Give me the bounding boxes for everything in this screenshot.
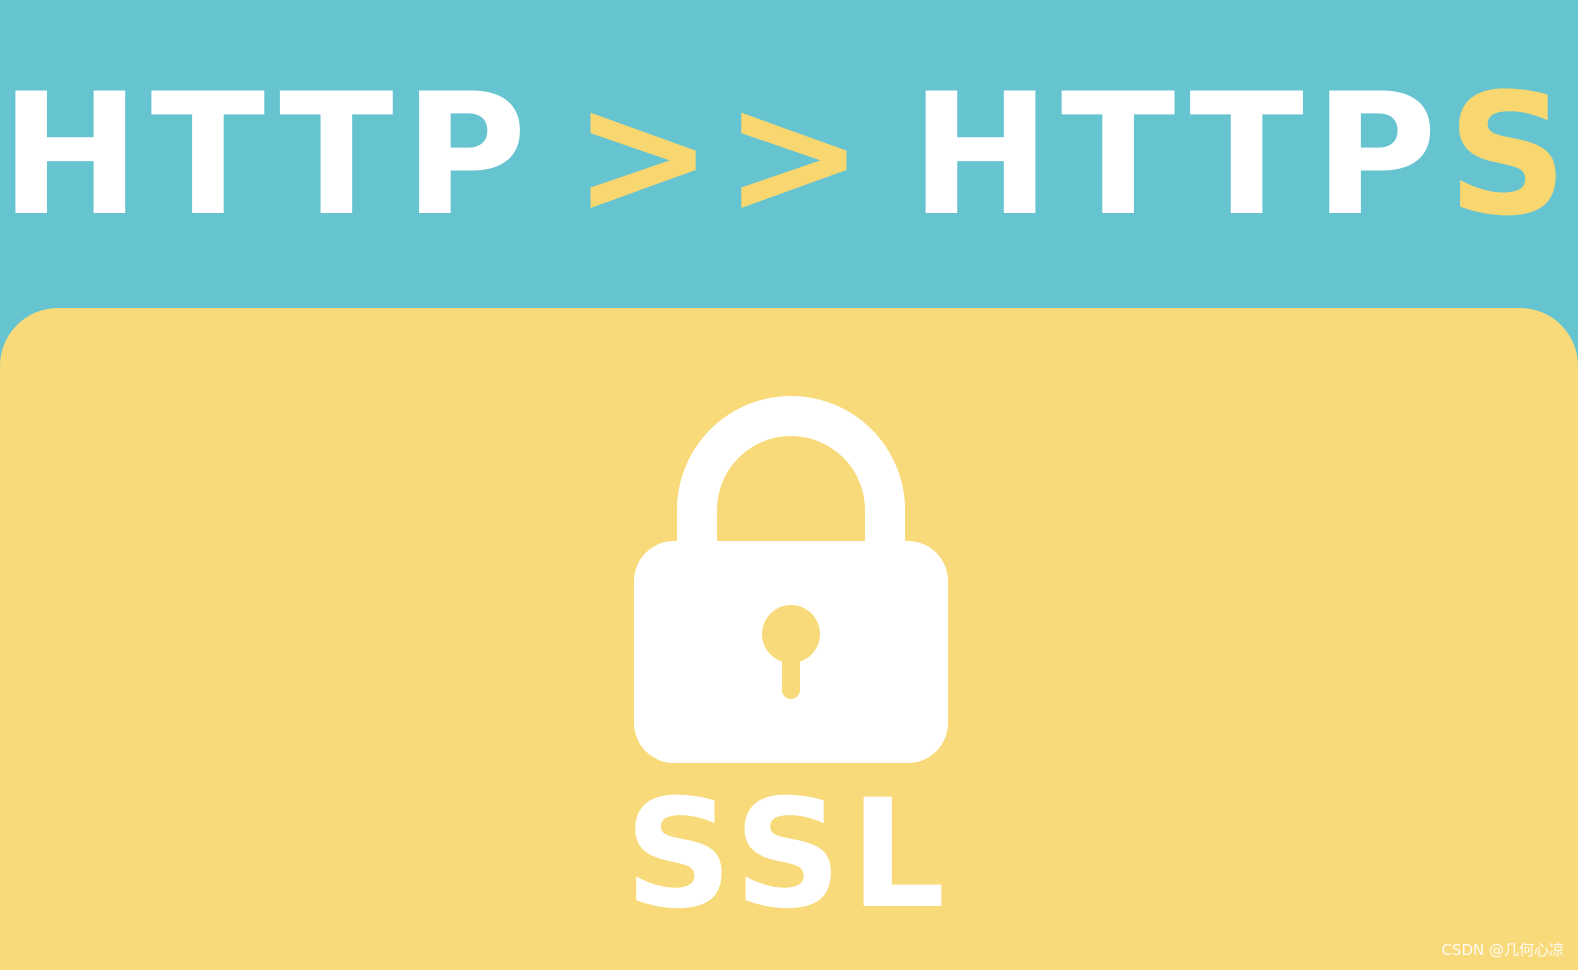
headline-https-base: HTTP — [910, 57, 1447, 253]
headline-arrows: >> — [572, 57, 875, 253]
watermark: CSDN @几何心凉 — [1441, 941, 1564, 959]
headline: HTTP >> HTTP S — [0, 40, 1578, 270]
headline-http: HTTP — [0, 57, 537, 253]
headline-https-s: S — [1447, 57, 1578, 253]
ssl-label: SSL — [624, 768, 954, 942]
lock-icon — [634, 396, 948, 763]
